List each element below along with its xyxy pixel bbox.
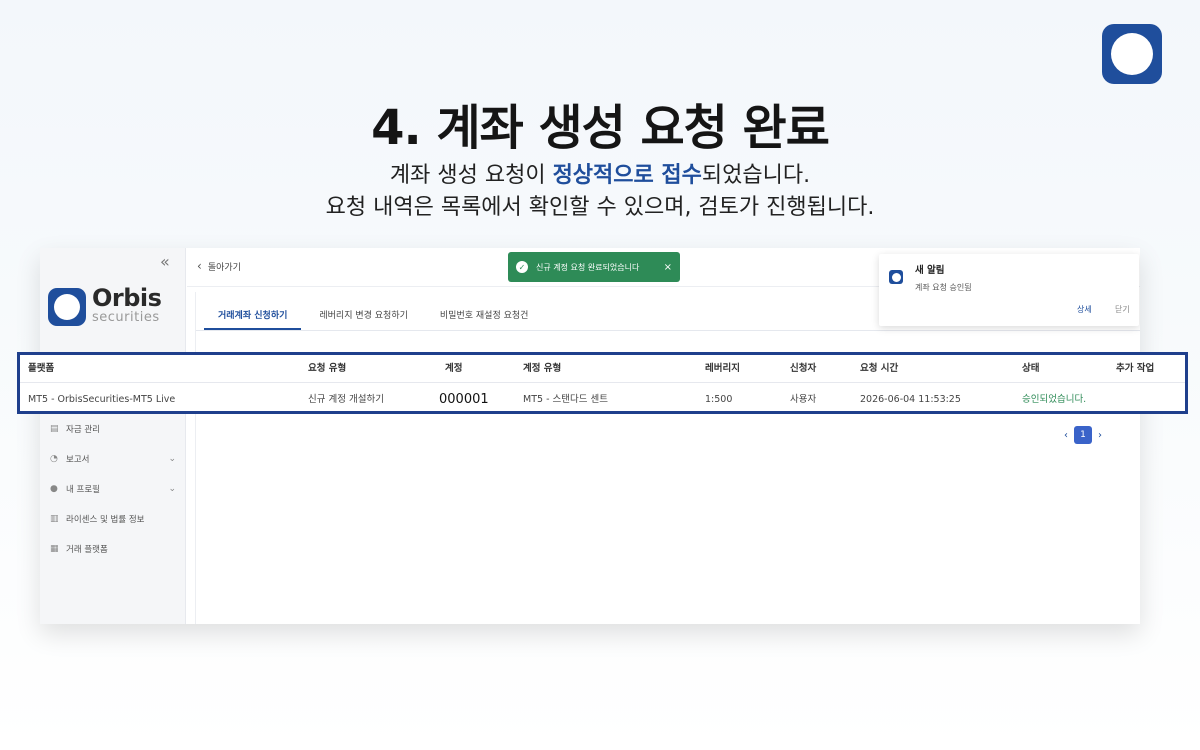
cell-status: 승인되었습니다. [1022, 394, 1087, 405]
sidebar-item-license[interactable]: ▥ 라이센스 및 법률 정보 [50, 504, 176, 534]
logo-ring-icon [1111, 33, 1153, 75]
sidebar-item-label: 자금 관리 [66, 425, 100, 435]
cell-applicant: 사용자 [790, 394, 817, 405]
corner-logo [1102, 24, 1162, 84]
prev-page-icon[interactable]: ‹ [1064, 430, 1068, 441]
slide-subtitle: 계좌 생성 요청이 정상적으로 접수되었습니다. 요청 내역은 목록에서 확인할… [0, 160, 1200, 224]
subtitle-post: 되었습니다. [701, 163, 811, 188]
header-account: 계정 [445, 363, 463, 374]
cell-account-type: MT5 - 스탠다드 센트 [523, 394, 608, 405]
header-leverage: 레버리지 [705, 363, 740, 374]
tabs-divider [196, 330, 1140, 331]
tab-leverage-change[interactable]: 레버리지 변경 요청하기 [305, 302, 422, 330]
pagination: ‹ 1 › [1064, 426, 1102, 444]
tab-password-reset[interactable]: 비밀번호 재설정 요청건 [426, 302, 543, 330]
slide-heading: 4. 계좌 생성 요청 완료 [371, 100, 830, 156]
sidebar-item-label: 라이센스 및 법률 정보 [66, 515, 145, 525]
cell-platform: MT5 - OrbisSecurities-MT5 Live [28, 394, 176, 405]
wallet-icon: ▤ [50, 424, 59, 434]
sidebar-item-reports[interactable]: ◔ 보고서 ⌄ [50, 444, 176, 474]
chevron-left-icon: ‹ [197, 259, 202, 273]
header-request-time: 요청 시간 [860, 363, 899, 374]
sidebar-item-label: 거래 플랫폼 [66, 545, 108, 555]
sidebar-item-label: 내 프로필 [66, 485, 100, 495]
brand-name: Orbis [92, 284, 162, 312]
header-applicant: 신청자 [790, 363, 817, 374]
toast-message: 신규 계정 요청 완료되었습니다 [536, 262, 640, 272]
app-window: « Orbis securities ▤ 자금 관리 ◔ 보고서 ⌄ ● 내 프… [40, 248, 1140, 624]
user-icon: ● [50, 484, 58, 494]
subtitle-highlight: 정상적으로 접수 [552, 163, 702, 188]
check-circle-icon: ✓ [516, 261, 528, 273]
cell-account: 000001 [439, 392, 489, 407]
brand-mark-icon [48, 288, 86, 326]
cell-leverage: 1:500 [705, 394, 733, 405]
tab-open-account[interactable]: 거래계좌 신청하기 [204, 302, 302, 330]
subtitle-pre: 계좌 생성 요청이 [389, 163, 553, 188]
sidebar-item-label: 보고서 [66, 455, 90, 465]
chevron-down-icon: ⌄ [168, 484, 176, 494]
requests-table: 플랫폼 요청 유형 계정 계정 유형 레버리지 신청자 요청 시간 상태 추가 … [17, 352, 1188, 414]
document-icon: ▥ [50, 514, 59, 524]
notification-body: 계좌 요청 승인됨 [915, 283, 972, 292]
cell-request-type: 신규 계정 개설하기 [308, 394, 384, 405]
chevron-down-icon: ⌄ [168, 454, 176, 464]
sidebar-item-funds[interactable]: ▤ 자금 관리 [50, 414, 176, 444]
header-status: 상태 [1022, 363, 1040, 374]
table-header-row: 플랫폼 요청 유형 계정 계정 유형 레버리지 신청자 요청 시간 상태 추가 … [20, 355, 1185, 383]
report-icon: ◔ [50, 454, 58, 464]
toast-close-icon[interactable]: × [664, 262, 672, 273]
notification-close-button[interactable]: 닫기 [1115, 304, 1130, 315]
brand-logo[interactable]: Orbis securities [48, 284, 182, 328]
page-1-button[interactable]: 1 [1074, 426, 1092, 444]
success-toast: ✓ 신규 계정 요청 완료되었습니다 × [508, 252, 680, 282]
table-row[interactable]: MT5 - OrbisSecurities-MT5 Live 신규 계정 개설하… [20, 386, 1185, 414]
header-actions: 추가 작업 [1116, 363, 1155, 374]
sidebar-item-profile[interactable]: ● 내 프로필 ⌄ [50, 474, 176, 504]
header-account-type: 계정 유형 [523, 363, 562, 374]
header-request-type: 요청 유형 [308, 363, 347, 374]
sidebar: « Orbis securities ▤ 자금 관리 ◔ 보고서 ⌄ ● 내 프… [40, 248, 186, 624]
notification-logo-icon [889, 270, 903, 284]
collapse-sidebar-icon[interactable]: « [160, 252, 170, 271]
subtitle-line2: 요청 내역은 목록에서 확인할 수 있으며, 검토가 진행됩니다. [325, 195, 875, 220]
next-page-icon[interactable]: › [1098, 430, 1102, 441]
notification-title: 새 알림 [915, 265, 945, 276]
header-platform: 플랫폼 [28, 363, 55, 374]
back-label: 돌아가기 [207, 262, 241, 273]
notification-popup: 새 알림 계좌 요청 승인됨 상세 닫기 [879, 254, 1139, 326]
cell-request-time: 2026-06-04 11:53:25 [860, 394, 961, 405]
notification-detail-link[interactable]: 상세 [1077, 304, 1092, 315]
back-button[interactable]: ‹ 돌아가기 [197, 259, 241, 273]
content-panel: 거래계좌 신청하기 레버리지 변경 요청하기 비밀번호 재설정 요청건 [195, 292, 1140, 624]
tab-bar: 거래계좌 신청하기 레버리지 변경 요청하기 비밀번호 재설정 요청건 [204, 302, 546, 330]
sidebar-item-platform[interactable]: ▦ 거래 플랫폼 [50, 534, 176, 564]
sidebar-nav: ▤ 자금 관리 ◔ 보고서 ⌄ ● 내 프로필 ⌄ ▥ 라이센스 및 법률 정보… [50, 414, 176, 564]
platform-icon: ▦ [50, 544, 59, 554]
brand-sub: securities [92, 310, 160, 325]
